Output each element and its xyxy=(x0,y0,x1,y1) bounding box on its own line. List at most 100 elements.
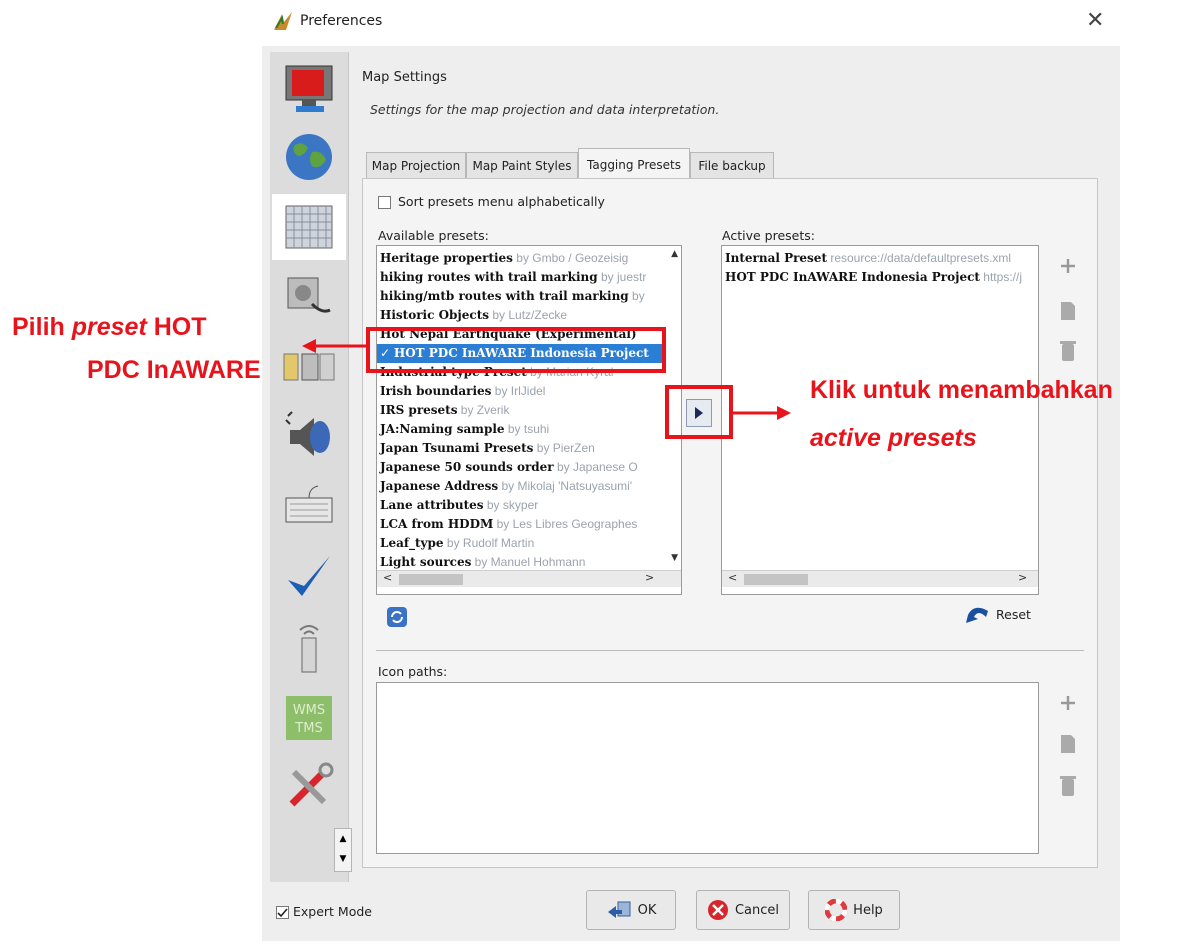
sidebar-item-imagery[interactable]: WMS TMS xyxy=(272,684,346,750)
annotation-select-preset-line1: Pilih preset HOT xyxy=(12,313,207,341)
sidebar-item-plugins[interactable] xyxy=(272,264,346,330)
preset-author: by tsuhi xyxy=(504,422,550,436)
ok-icon xyxy=(607,901,631,918)
plug-icon xyxy=(287,277,331,313)
available-preset-item[interactable]: Irish boundaries by IrlJidel xyxy=(377,382,666,401)
title-bar xyxy=(262,0,1120,46)
page-title: Map Settings xyxy=(362,70,447,85)
active-preset-item[interactable]: Internal Preset resource://data/defaultp… xyxy=(722,249,1037,268)
cancel-icon xyxy=(707,900,728,920)
available-preset-item[interactable]: Leaf_type by Rudolf Martin xyxy=(377,534,666,553)
close-icon[interactable]: ✕ xyxy=(1086,8,1104,33)
sidebar-item-audio[interactable] xyxy=(272,404,346,470)
wms-tms-icon: WMS TMS xyxy=(286,696,332,740)
available-presets-list[interactable]: Heritage properties by Gmbo / Geozeisig h… xyxy=(376,245,682,595)
scroll-up-arrow[interactable]: ▲ xyxy=(671,249,678,259)
sidebar-item-shortcuts[interactable] xyxy=(272,474,346,540)
preset-author: resource://data/defaultpresets.xml xyxy=(827,251,1012,265)
preset-name: hiking routes with trail marking xyxy=(380,270,598,284)
available-preset-item[interactable]: LCA from HDDM by Les Libres Geographes xyxy=(377,515,666,534)
preset-name: Heritage properties xyxy=(380,251,513,265)
annotation-click-add-line2: active presets xyxy=(810,424,977,452)
sort-presets-checkbox[interactable] xyxy=(378,196,391,209)
svg-text:TMS: TMS xyxy=(294,721,322,736)
help-label: Help xyxy=(853,902,883,918)
delete-icon-path-icon[interactable] xyxy=(1058,775,1078,797)
active-preset-item[interactable]: HOT PDC InAWARE Indonesia Project https:… xyxy=(722,268,1037,287)
reset-icon[interactable] xyxy=(964,603,992,627)
preset-author: by juestr xyxy=(597,270,647,284)
add-preset-icon[interactable] xyxy=(1058,255,1078,277)
preset-author: by Gmbo / Geozeisig xyxy=(512,251,629,265)
preset-author: by Rudolf Martin xyxy=(443,536,535,550)
sidebar-item-remote-control[interactable] xyxy=(272,614,346,680)
available-preset-item[interactable]: Historic Objects by Lutz/Zecke xyxy=(377,306,666,325)
preset-author: by IrlJidel xyxy=(491,384,546,398)
display-settings-icon xyxy=(285,65,333,112)
available-preset-item[interactable]: hiking routes with trail marking by jues… xyxy=(377,268,666,287)
delete-preset-icon[interactable] xyxy=(1058,340,1078,362)
preset-author: by PierZen xyxy=(533,441,595,455)
preset-name: IRS presets xyxy=(380,403,458,417)
josm-app-icon xyxy=(272,10,294,32)
tab-map-paint-styles[interactable]: Map Paint Styles xyxy=(466,152,578,178)
available-preset-item[interactable]: Japanese Address by Mikolaj 'Natsuyasumi… xyxy=(377,477,666,496)
preset-name: Japan Tsunami Presets xyxy=(380,441,534,455)
annotation-select-preset-line2: PDC InAWARE xyxy=(87,356,261,384)
reset-button-label[interactable]: Reset xyxy=(996,607,1031,622)
sidebar-item-map-settings[interactable] xyxy=(272,194,346,260)
edit-preset-icon[interactable] xyxy=(1058,300,1078,322)
available-preset-item[interactable]: JA:Naming sample by tsuhi xyxy=(377,420,666,439)
scroll-down-arrow[interactable]: ▼ xyxy=(671,553,678,563)
tab-map-projection[interactable]: Map Projection xyxy=(366,152,466,178)
keyboard-icon xyxy=(285,485,333,523)
preset-name: LCA from HDDM xyxy=(380,517,494,531)
available-preset-item[interactable]: Heritage properties by Gmbo / Geozeisig xyxy=(377,249,666,268)
globe-icon xyxy=(286,134,332,180)
active-presets-label: Active presets: xyxy=(722,228,815,243)
highlight-add-button xyxy=(665,385,733,439)
sidebar-item-advanced[interactable] xyxy=(272,754,346,820)
preset-author: by Mikolaj 'Natsuyasumi' xyxy=(498,479,633,493)
sort-presets-label: Sort presets menu alphabetically xyxy=(398,194,605,209)
checkmark-icon xyxy=(288,556,330,596)
cancel-button[interactable]: Cancel xyxy=(696,890,790,930)
edit-icon-path-icon[interactable] xyxy=(1058,733,1078,755)
speaker-icon xyxy=(285,411,330,456)
active-hscrollbar[interactable]: < > xyxy=(722,570,1038,587)
available-preset-item[interactable]: IRS presets by Zverik xyxy=(377,401,666,420)
highlight-selected-preset xyxy=(366,327,666,373)
available-preset-item[interactable]: Lane attributes by skyper xyxy=(377,496,666,515)
sidebar-item-display[interactable] xyxy=(272,56,346,122)
preset-author: by Japanese O xyxy=(553,460,638,474)
preset-name: Lane attributes xyxy=(380,498,484,512)
sidebar-item-validator[interactable] xyxy=(272,544,346,610)
preset-name: HOT PDC InAWARE Indonesia Project xyxy=(725,270,980,284)
available-preset-item[interactable]: hiking/mtb routes with trail marking by xyxy=(377,287,666,306)
annotation-arrow-right xyxy=(733,406,791,420)
available-hscrollbar[interactable]: < > xyxy=(377,570,681,587)
add-icon-path-icon[interactable] xyxy=(1058,692,1078,714)
tab-tagging-presets[interactable]: Tagging Presets xyxy=(578,148,690,180)
ok-button[interactable]: OK xyxy=(586,890,676,930)
preset-author: by Zverik xyxy=(457,403,510,417)
available-preset-item[interactable]: Japanese 50 sounds order by Japanese O xyxy=(377,458,666,477)
available-presets-label: Available presets: xyxy=(378,228,489,243)
sidebar-item-connection[interactable] xyxy=(272,124,346,190)
sidebar-scrollbar[interactable]: ▲ ▼ xyxy=(334,828,352,872)
tab-file-backup[interactable]: File backup xyxy=(690,152,774,178)
annotation-click-add-line1: Klik untuk menambahkan xyxy=(810,376,1113,404)
preset-name: JA:Naming sample xyxy=(380,422,505,436)
remote-control-icon xyxy=(299,625,319,673)
refresh-icon[interactable] xyxy=(386,606,408,628)
preset-name: Japanese Address xyxy=(380,479,499,493)
help-button[interactable]: Help xyxy=(808,890,900,930)
icon-paths-list[interactable] xyxy=(376,682,1039,854)
available-preset-item[interactable]: Japan Tsunami Presets by PierZen xyxy=(377,439,666,458)
expert-mode-checkbox[interactable] xyxy=(276,906,289,919)
preset-name: Internal Preset xyxy=(725,251,827,265)
preset-author: by Lutz/Zecke xyxy=(489,308,568,322)
ok-label: OK xyxy=(637,902,657,918)
checkmark-icon xyxy=(277,908,288,918)
tools-icon xyxy=(289,762,334,807)
